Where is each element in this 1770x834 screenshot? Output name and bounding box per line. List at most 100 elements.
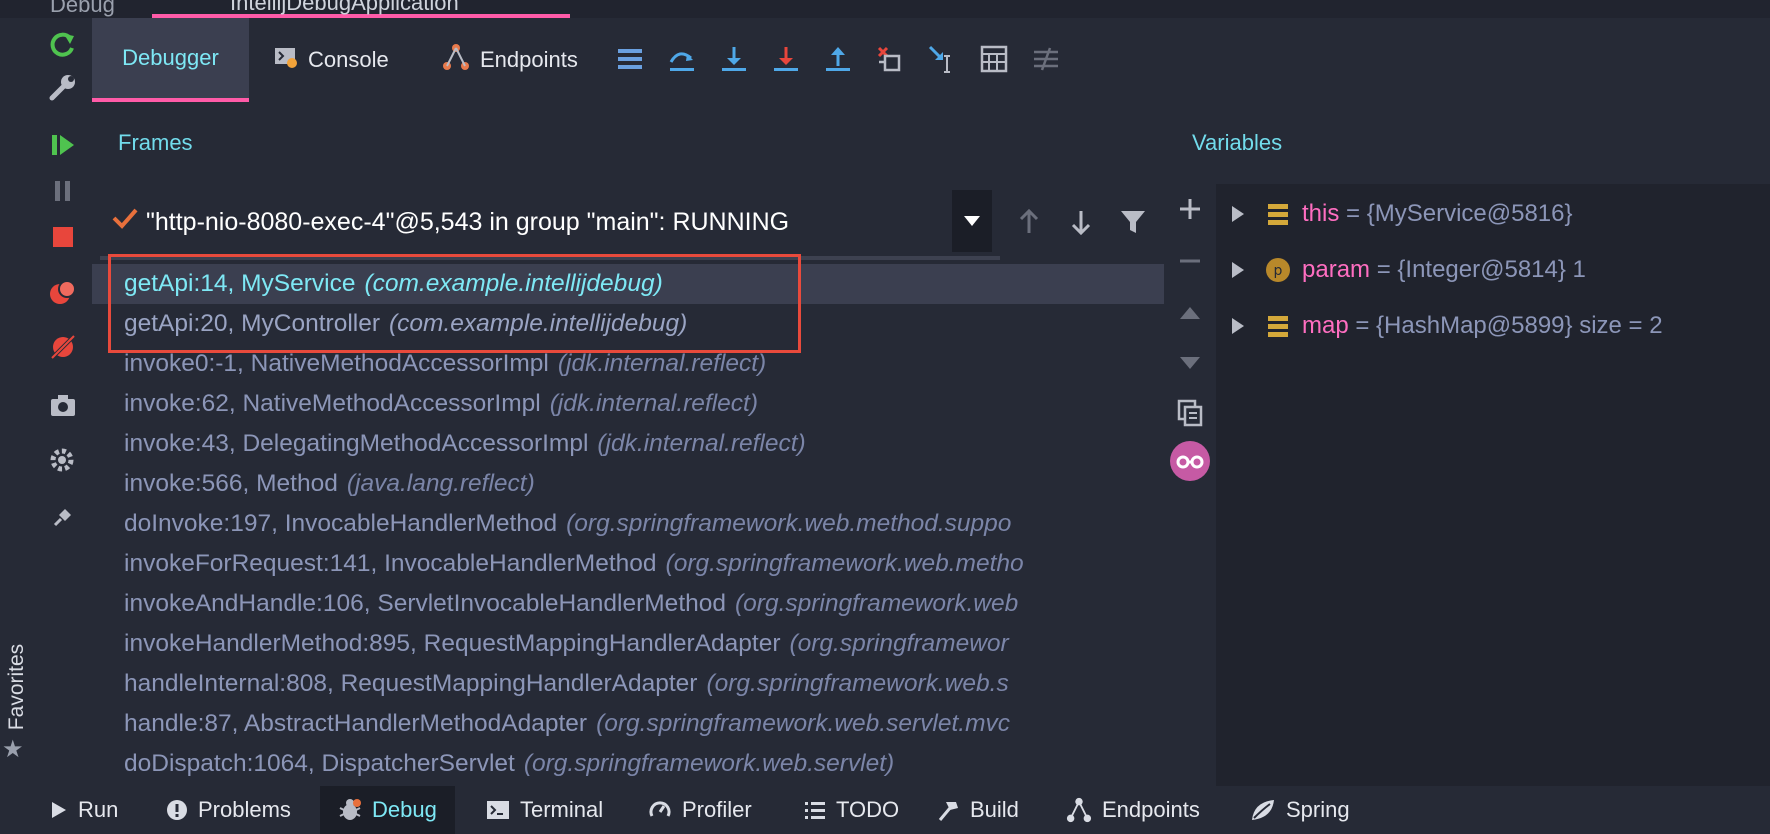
tool-debug[interactable]: Debug (320, 786, 455, 834)
tool-spring-label: Spring (1286, 797, 1350, 822)
tab-run-config-label: IntellijDebugApplication (230, 0, 459, 15)
frame-row[interactable]: doDispatch:1064, DispatcherServlet (org.s… (92, 744, 1164, 784)
remove-watch-button[interactable] (1170, 244, 1210, 278)
frame-row[interactable]: invokeHandlerMethod:895, RequestMappingH… (92, 624, 1164, 664)
tool-todo[interactable]: TODO (804, 786, 899, 834)
field-icon (1268, 204, 1288, 225)
tab-debug[interactable]: Debug (50, 0, 115, 18)
tool-run[interactable]: Run (50, 786, 118, 834)
check-icon (110, 204, 140, 237)
resume-icon[interactable] (46, 128, 80, 162)
move-down-button[interactable] (1170, 346, 1210, 380)
watches-toggle-button[interactable] (1170, 441, 1210, 481)
tool-endpoints[interactable]: Endpoints (1066, 786, 1200, 834)
variable-name: this = {MyService@5816} (1302, 200, 1573, 227)
threads-list-icon[interactable] (614, 42, 646, 76)
frame-row[interactable]: handleInternal:808, RequestMappingHandle… (92, 664, 1164, 704)
frame-row[interactable]: invokeForRequest:141, InvocableHandlerMe… (92, 544, 1164, 584)
minus-icon (1180, 259, 1200, 263)
rerun-icon[interactable] (46, 28, 80, 62)
variable-value: = {HashMap@5899} size = 2 (1348, 312, 1663, 339)
tool-terminal[interactable]: Terminal (486, 786, 603, 834)
frame-method: doInvoke:197, InvocableHandlerMethod (124, 510, 558, 537)
step-out-icon[interactable] (822, 42, 854, 76)
frame-row[interactable]: doInvoke:197, InvocableHandlerMethod (org… (92, 504, 1164, 544)
next-frame-button[interactable] (1064, 205, 1098, 239)
tool-run-label: Run (78, 797, 119, 822)
tab-endpoints-label: Endpoints (480, 47, 578, 72)
previous-frame-button[interactable] (1012, 205, 1046, 239)
frame-package: (jdk.internal.reflect) (557, 350, 767, 377)
frame-package: (org.springframewor (789, 630, 1009, 657)
variable-name: map = {HashMap@5899} size = 2 (1302, 312, 1663, 339)
tool-profiler[interactable]: Profiler (648, 786, 752, 834)
frame-package: (org.springframework.web.method.suppo (566, 510, 1012, 537)
frame-row[interactable]: invokeAndHandle:106, ServletInvocableHan… (92, 584, 1164, 624)
tab-debugger-label: Debugger (122, 45, 219, 70)
frame-method: invokeHandlerMethod:895, RequestMappingH… (124, 630, 781, 657)
chevron-down-icon (964, 216, 980, 226)
variable-row-map[interactable]: map = {HashMap@5899} size = 2 (1216, 306, 1770, 346)
tool-endpoints-label: Endpoints (1102, 797, 1200, 822)
triangle-up-icon (1180, 307, 1200, 319)
variable-row-this[interactable]: this = {MyService@5816} (1216, 194, 1770, 234)
view-breakpoints-icon[interactable] (46, 276, 80, 310)
console-icon (274, 45, 298, 75)
frame-method: handle:87, AbstractHandlerMethodAdapter (124, 710, 588, 737)
force-step-into-icon[interactable] (770, 42, 802, 76)
terminal-icon (487, 801, 509, 819)
frame-package: (org.springframework.web.servlet.mvc (596, 710, 1010, 737)
camera-icon[interactable] (46, 388, 80, 422)
tab-endpoints[interactable]: Endpoints (442, 18, 578, 102)
copy-icon (1177, 399, 1203, 427)
expand-arrow-icon[interactable] (1230, 316, 1246, 336)
add-watch-button[interactable] (1170, 192, 1210, 226)
evaluate-expression-icon[interactable] (978, 42, 1010, 76)
stop-icon[interactable] (46, 220, 80, 254)
tool-todo-label: TODO (836, 797, 900, 822)
pin-icon[interactable] (46, 500, 80, 534)
expand-arrow-icon[interactable] (1230, 260, 1246, 280)
wrench-icon[interactable] (46, 70, 80, 104)
plus-icon (1180, 199, 1200, 219)
favorites-sidebar[interactable]: Favorites ★ (0, 625, 30, 775)
frame-method: invoke:62, NativeMethodAccessorImpl (124, 390, 541, 417)
run-to-cursor-icon[interactable] (926, 42, 958, 76)
glasses-icon (1170, 441, 1210, 481)
tab-run-config[interactable]: IntellijDebugApplication (152, 0, 570, 18)
svg-text:p: p (1274, 263, 1283, 279)
frame-package: (org.springframework.web (735, 590, 1019, 617)
tool-build[interactable]: Build (936, 786, 1019, 834)
debugger-toolbar: Debugger Console Endpoints (92, 18, 1770, 102)
copy-button[interactable] (1170, 396, 1210, 430)
frame-row[interactable]: invoke:566, Method (java.lang.reflect) (92, 464, 1164, 504)
thread-selector[interactable]: "http-nio-8080-exec-4"@5,543 in group "m… (92, 190, 992, 254)
thread-dropdown-button[interactable] (952, 190, 992, 252)
settings-gear-icon[interactable] (46, 444, 80, 478)
frame-method: invoke0:-1, NativeMethodAccessorImpl (124, 350, 549, 377)
mute-breakpoints-icon[interactable] (46, 330, 80, 364)
pause-icon[interactable] (46, 174, 80, 208)
variables-label: Variables (1192, 130, 1283, 155)
arrow-down-icon (1071, 211, 1091, 235)
filter-icon (1121, 211, 1145, 233)
trace-current-stream-icon[interactable] (1030, 42, 1062, 76)
step-over-icon[interactable] (666, 42, 698, 76)
triangle-down-icon (1180, 357, 1200, 369)
frame-method: handleInternal:808, RequestMappingHandle… (124, 670, 698, 697)
move-up-button[interactable] (1170, 296, 1210, 330)
filter-frames-button[interactable] (1116, 205, 1150, 239)
frame-row[interactable]: invoke:43, DelegatingMethodAccessorImpl (… (92, 424, 1164, 464)
expand-arrow-icon[interactable] (1230, 204, 1246, 224)
frame-row[interactable]: handle:87, AbstractHandlerMethodAdapter (… (92, 704, 1164, 744)
tab-debugger[interactable]: Debugger (92, 18, 249, 102)
tool-spring[interactable]: Spring (1250, 786, 1350, 834)
tool-window-bar: Run Problems Debug Terminal Profiler TOD… (0, 786, 1770, 834)
step-into-icon[interactable] (718, 42, 750, 76)
tool-profiler-label: Profiler (682, 797, 752, 822)
tool-problems[interactable]: Problems (166, 786, 291, 834)
drop-frame-icon[interactable] (874, 42, 906, 76)
frame-row[interactable]: invoke:62, NativeMethodAccessorImpl (jdk.… (92, 384, 1164, 424)
variable-row-param[interactable]: p param = {Integer@5814} 1 (1216, 250, 1770, 290)
tab-console[interactable]: Console (274, 18, 389, 102)
